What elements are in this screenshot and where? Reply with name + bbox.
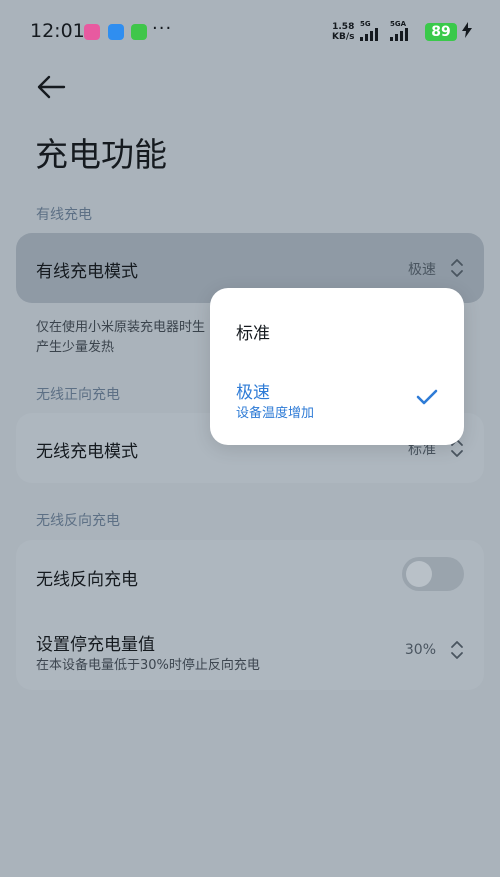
back-arrow-icon[interactable] [34,70,70,104]
sim2-network-type: 5GA [390,20,407,28]
battery-level: 89 [425,23,457,41]
option-standard[interactable]: 标准 [236,319,270,344]
wired-mode-value: 极速 [408,262,436,278]
toggle-knob [406,561,432,587]
wired-description-line2: 产生少量发热 [36,340,115,355]
section-reverse-charging: 无线反向充电 [36,513,120,529]
more-notifications-icon: ··· [152,18,173,39]
section-wired-charging: 有线充电 [36,207,92,223]
shop-app-icon [131,24,147,40]
mode-dropdown-popup: 标准 极速 设备温度增加 [210,288,464,445]
status-bar: 12:01 ··· 1.58 KB/s 5G 5GA 89 [0,0,500,64]
network-speed-unit: KB/s [332,32,355,42]
delivery-app-icon [108,24,124,40]
sim1-network-type: 5G [360,20,371,28]
threshold-value: 30% [404,642,436,658]
section-wireless-charging: 无线正向充电 [36,387,120,403]
wireless-mode-label: 无线充电模式 [36,442,138,462]
reverse-charging-label: 无线反向充电 [36,570,138,590]
reverse-charging-card: 无线反向充电 设置停充电量值 在本设备电量低于30%时停止反向充电 30% [16,540,484,690]
up-down-chevron-icon [451,641,463,659]
option-fast-label: 极速 [236,383,270,403]
network-speed: 1.58 KB/s [332,22,354,42]
wired-mode-label: 有线充电模式 [36,262,138,282]
threshold-description: 在本设备电量低于30%时停止反向充电 [36,658,260,673]
page-title: 充电功能 [35,135,167,174]
reverse-charging-toggle[interactable] [402,557,464,591]
network-speed-value: 1.58 [332,22,355,32]
app-notification-icon [84,24,100,40]
checkmark-icon [416,389,438,405]
wired-description-line1: 仅在使用小米原装充电器时生 [36,320,206,335]
threshold-label: 设置停充电量值 [36,635,155,655]
charging-bolt-icon [462,22,472,42]
up-down-chevron-icon [451,259,463,277]
wired-description: 仅在使用小米原装充电器时生 产生少量发热 [36,318,216,358]
option-fast-description: 设备温度增加 [236,406,315,421]
status-time: 12:01 [30,20,85,42]
